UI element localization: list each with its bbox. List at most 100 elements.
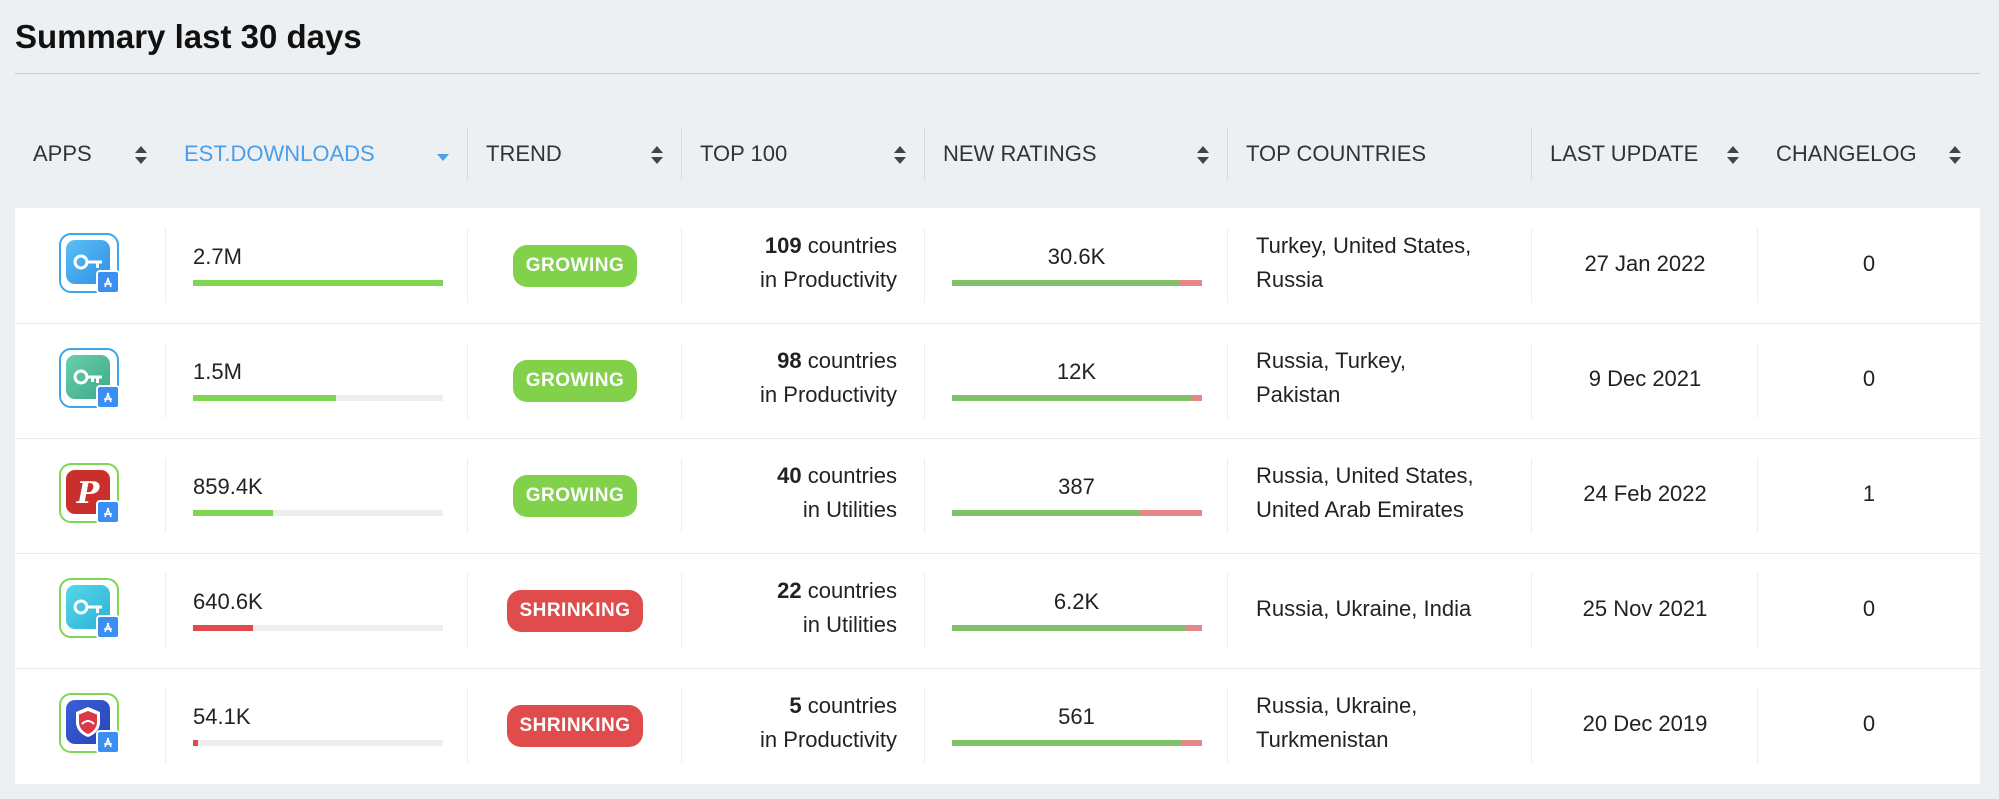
last-update-cell: 20 Dec 2019 (1532, 668, 1758, 783)
column-header-trend[interactable]: TREND (468, 128, 682, 180)
trend-badge: SHRINKING (507, 705, 643, 747)
countries-cell: Russia, Ukraine, India (1228, 553, 1532, 668)
top100-countries: 109 countries (764, 233, 897, 258)
changelog-cell: 0 (1758, 323, 1980, 438)
ratings-bar (952, 280, 1202, 286)
changelog-value[interactable]: 0 (1758, 596, 1980, 622)
last-update-value: 27 Jan 2022 (1584, 251, 1706, 276)
changelog-value[interactable]: 0 (1758, 366, 1980, 392)
shield-vpn-app-icon[interactable] (59, 693, 120, 754)
sort-both-icon[interactable] (1948, 145, 1962, 165)
countries-cell: Turkey, United States, Russia (1228, 208, 1532, 323)
changelog-value[interactable]: 0 (1758, 711, 1980, 737)
app-store-icon (96, 385, 120, 409)
sort-both-icon[interactable] (134, 145, 148, 165)
countries-text: Russia, Turkey, (1256, 348, 1406, 373)
sort-both-icon[interactable] (650, 145, 664, 165)
changelog-cell: 0 (1758, 208, 1980, 323)
downloads-bar-fill (193, 740, 198, 746)
downloads-cell: 2.7M (166, 208, 468, 323)
column-label: APPS (33, 141, 92, 166)
changelog-value[interactable]: 1 (1758, 481, 1980, 507)
app-cell: P (15, 438, 166, 553)
column-label: EST.DOWNLOADS (184, 141, 375, 166)
countries-cell: Russia, United States, United Arab Emira… (1228, 438, 1532, 553)
changelog-cell: 0 (1758, 553, 1980, 668)
sort-both-icon[interactable] (1196, 145, 1210, 165)
countries-text: Russia, Ukraine, India (1256, 596, 1472, 621)
countries-text: Pakistan (1256, 382, 1341, 407)
table-row[interactable]: 640.6K SHRINKING 22 countries in Utiliti… (15, 553, 1980, 668)
title-divider (15, 73, 1980, 74)
last-update-value: 9 Dec 2021 (1588, 366, 1702, 391)
column-header-changelog[interactable]: CHANGELOG (1758, 128, 1980, 180)
ratings-cell: 12K (925, 323, 1228, 438)
column-header-apps[interactable]: APPS (15, 128, 166, 180)
trend-cell: GROWING (468, 438, 682, 553)
ratings-bar (952, 740, 1202, 746)
top100-countries: 40 countries (777, 463, 897, 488)
ratings-cell: 561 (925, 668, 1228, 783)
column-header-est-downloads[interactable]: EST.DOWNLOADS (166, 128, 468, 180)
downloads-cell: 640.6K (166, 553, 468, 668)
app-store-icon (96, 730, 120, 754)
ratings-value: 30.6K (1047, 244, 1106, 269)
column-header-top-100[interactable]: TOP 100 (682, 128, 925, 180)
top100-cell: 22 countries in Utilities (682, 553, 925, 668)
sort-both-icon[interactable] (1726, 145, 1740, 165)
trend-badge: GROWING (513, 475, 637, 517)
top100-category: in Utilities (802, 497, 897, 522)
downloads-bar-fill (193, 395, 336, 401)
top100-category: in Productivity (760, 267, 897, 292)
top100-countries: 5 countries (789, 693, 897, 718)
trend-cell: SHRINKING (468, 668, 682, 783)
top100-category: in Utilities (802, 612, 897, 637)
vpn-key-blue-app-icon[interactable] (59, 233, 120, 294)
downloads-bar (193, 740, 443, 746)
top100-countries: 98 countries (777, 348, 897, 373)
countries-text: United Arab Emirates (1256, 497, 1464, 522)
sort-both-icon[interactable] (893, 145, 907, 165)
ratings-cell: 387 (925, 438, 1228, 553)
column-header-last-update[interactable]: LAST UPDATE (1532, 128, 1758, 180)
column-header-new-ratings[interactable]: NEW RATINGS (925, 128, 1228, 180)
column-label: TREND (486, 141, 562, 166)
table-row[interactable]: 54.1K SHRINKING 5 countries in Productiv… (15, 668, 1980, 783)
ratings-value: 6.2K (1053, 589, 1100, 614)
ratings-value: 561 (1058, 704, 1095, 729)
ratings-positive-fill (952, 395, 1192, 401)
top100-category: in Productivity (760, 382, 897, 407)
sort-desc-icon[interactable] (436, 152, 450, 172)
column-label: TOP 100 (700, 141, 788, 166)
trend-cell: GROWING (468, 323, 682, 438)
table-row[interactable]: 2.7M GROWING 109 countries in Productivi… (15, 208, 1980, 323)
app-cell (15, 668, 166, 783)
last-update-cell: 27 Jan 2022 (1532, 208, 1758, 323)
column-label: TOP COUNTRIES (1246, 141, 1427, 166)
downloads-bar (193, 395, 443, 401)
column-header-top-countries: TOP COUNTRIES (1228, 128, 1532, 180)
downloads-cell: 54.1K (166, 668, 468, 783)
table-header: APPS EST.DOWNLOADS TREND TOP 100 NEW RAT… (15, 128, 1980, 180)
column-label: LAST UPDATE (1550, 141, 1699, 166)
table-row[interactable]: P 859.4K GROWING 40 countries in Utiliti… (15, 438, 1980, 553)
table-row[interactable]: 1.5M GROWING 98 countries in Productivit… (15, 323, 1980, 438)
app-store-icon (96, 615, 120, 639)
ratings-bar (952, 395, 1202, 401)
top100-cell: 5 countries in Productivity (682, 668, 925, 783)
changelog-cell: 1 (1758, 438, 1980, 553)
ratings-value: 12K (1056, 359, 1097, 384)
column-label: CHANGELOG (1776, 141, 1917, 166)
downloads-cell: 1.5M (166, 323, 468, 438)
downloads-cell: 859.4K (166, 438, 468, 553)
downloads-value: 2.7M (193, 244, 242, 269)
ratings-positive-fill (952, 740, 1182, 746)
psiphon-app-icon[interactable]: P (59, 463, 120, 524)
changelog-value[interactable]: 0 (1758, 251, 1980, 277)
vpn-key-teal-app-icon[interactable] (59, 348, 120, 409)
ratings-value: 387 (1058, 474, 1095, 499)
downloads-bar (193, 280, 443, 286)
top100-cell: 40 countries in Utilities (682, 438, 925, 553)
vpn-key-cyan-app-icon[interactable] (59, 578, 120, 639)
countries-cell: Russia, Ukraine, Turkmenistan (1228, 668, 1532, 783)
